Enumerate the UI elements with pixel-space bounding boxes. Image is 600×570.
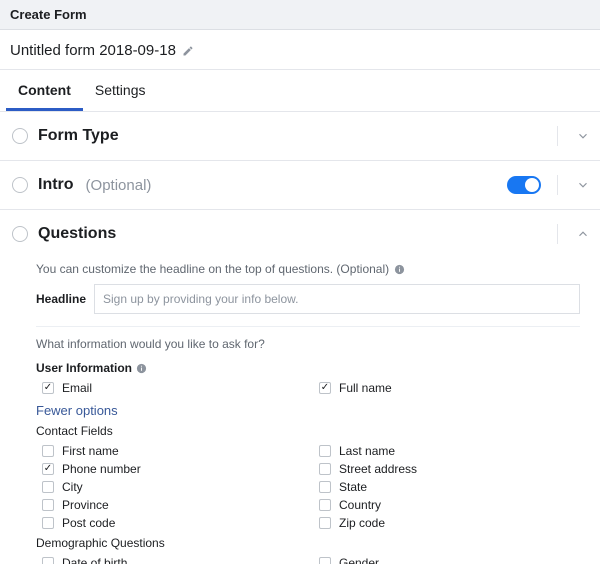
- list-item[interactable]: City: [42, 480, 303, 494]
- list-item[interactable]: Gender: [319, 556, 580, 564]
- check-label: Last name: [339, 444, 395, 458]
- list-item[interactable]: Last name: [319, 444, 580, 458]
- check-label: Zip code: [339, 516, 385, 530]
- check-label: Post code: [62, 516, 115, 530]
- checkbox-icon: [319, 557, 331, 564]
- check-label: City: [62, 480, 83, 494]
- check-label: Email: [62, 381, 92, 395]
- section-title-form-type: Form Type: [38, 127, 119, 145]
- list-item[interactable]: Date of birth: [42, 556, 303, 564]
- section-title-intro: Intro: [38, 176, 74, 194]
- headline-input[interactable]: [94, 284, 580, 314]
- tab-content[interactable]: Content: [6, 70, 83, 111]
- check-label: Date of birth: [62, 556, 127, 564]
- check-label: First name: [62, 444, 119, 458]
- list-item[interactable]: First name: [42, 444, 303, 458]
- checkbox-icon: [42, 445, 54, 457]
- checkbox-icon: [42, 481, 54, 493]
- radio-intro[interactable]: [12, 177, 28, 193]
- headline-label: Headline: [36, 292, 86, 306]
- separator: [557, 126, 558, 146]
- checkbox-icon: [42, 463, 54, 475]
- radio-form-type[interactable]: [12, 128, 28, 144]
- dialog-title: Create Form: [0, 0, 600, 30]
- list-item[interactable]: State: [319, 480, 580, 494]
- ask-hint: What information would you like to ask f…: [36, 337, 580, 351]
- checkbox-icon: [319, 481, 331, 493]
- chevron-up-icon[interactable]: [572, 223, 594, 245]
- checkbox-icon: [319, 445, 331, 457]
- check-label: Full name: [339, 381, 392, 395]
- section-title-questions: Questions: [38, 225, 116, 243]
- separator: [557, 224, 558, 244]
- info-icon[interactable]: [136, 363, 147, 374]
- radio-questions[interactable]: [12, 226, 28, 242]
- form-title: Untitled form 2018-09-18: [10, 42, 176, 59]
- checkbox-icon: [42, 499, 54, 511]
- list-item[interactable]: Post code: [42, 516, 303, 530]
- checkbox-icon: [319, 382, 331, 394]
- intro-optional-label: (Optional): [86, 177, 152, 194]
- pencil-icon[interactable]: [182, 45, 194, 57]
- check-full-name[interactable]: Full name: [319, 381, 580, 395]
- checkbox-icon: [42, 517, 54, 529]
- check-email[interactable]: Email: [42, 381, 303, 395]
- tab-settings[interactable]: Settings: [83, 70, 158, 111]
- list-item[interactable]: Country: [319, 498, 580, 512]
- intro-toggle[interactable]: [507, 176, 541, 194]
- check-label: Phone number: [62, 462, 141, 476]
- demographic-label: Demographic Questions: [36, 536, 580, 550]
- list-item[interactable]: Street address: [319, 462, 580, 476]
- chevron-down-icon[interactable]: [572, 174, 594, 196]
- checkbox-icon: [42, 557, 54, 564]
- checkbox-icon: [319, 499, 331, 511]
- check-label: Street address: [339, 462, 417, 476]
- check-label: State: [339, 480, 367, 494]
- checkbox-icon: [42, 382, 54, 394]
- tabs: Content Settings: [0, 70, 600, 112]
- check-label: Province: [62, 498, 109, 512]
- list-item[interactable]: Phone number: [42, 462, 303, 476]
- checkbox-icon: [319, 463, 331, 475]
- user-information-label: User Information: [36, 361, 132, 375]
- list-item[interactable]: Province: [42, 498, 303, 512]
- list-item[interactable]: Zip code: [319, 516, 580, 530]
- checkbox-icon: [319, 517, 331, 529]
- contact-fields-label: Contact Fields: [36, 424, 580, 438]
- fewer-options-link[interactable]: Fewer options: [36, 403, 580, 418]
- check-label: Country: [339, 498, 381, 512]
- customize-hint: You can customize the headline on the to…: [36, 262, 580, 276]
- divider: [36, 326, 580, 327]
- separator: [557, 175, 558, 195]
- info-icon[interactable]: [394, 264, 405, 275]
- chevron-down-icon[interactable]: [572, 125, 594, 147]
- scroll-area[interactable]: Form Type Intro (Optional) Questions: [0, 112, 600, 564]
- check-label: Gender: [339, 556, 379, 564]
